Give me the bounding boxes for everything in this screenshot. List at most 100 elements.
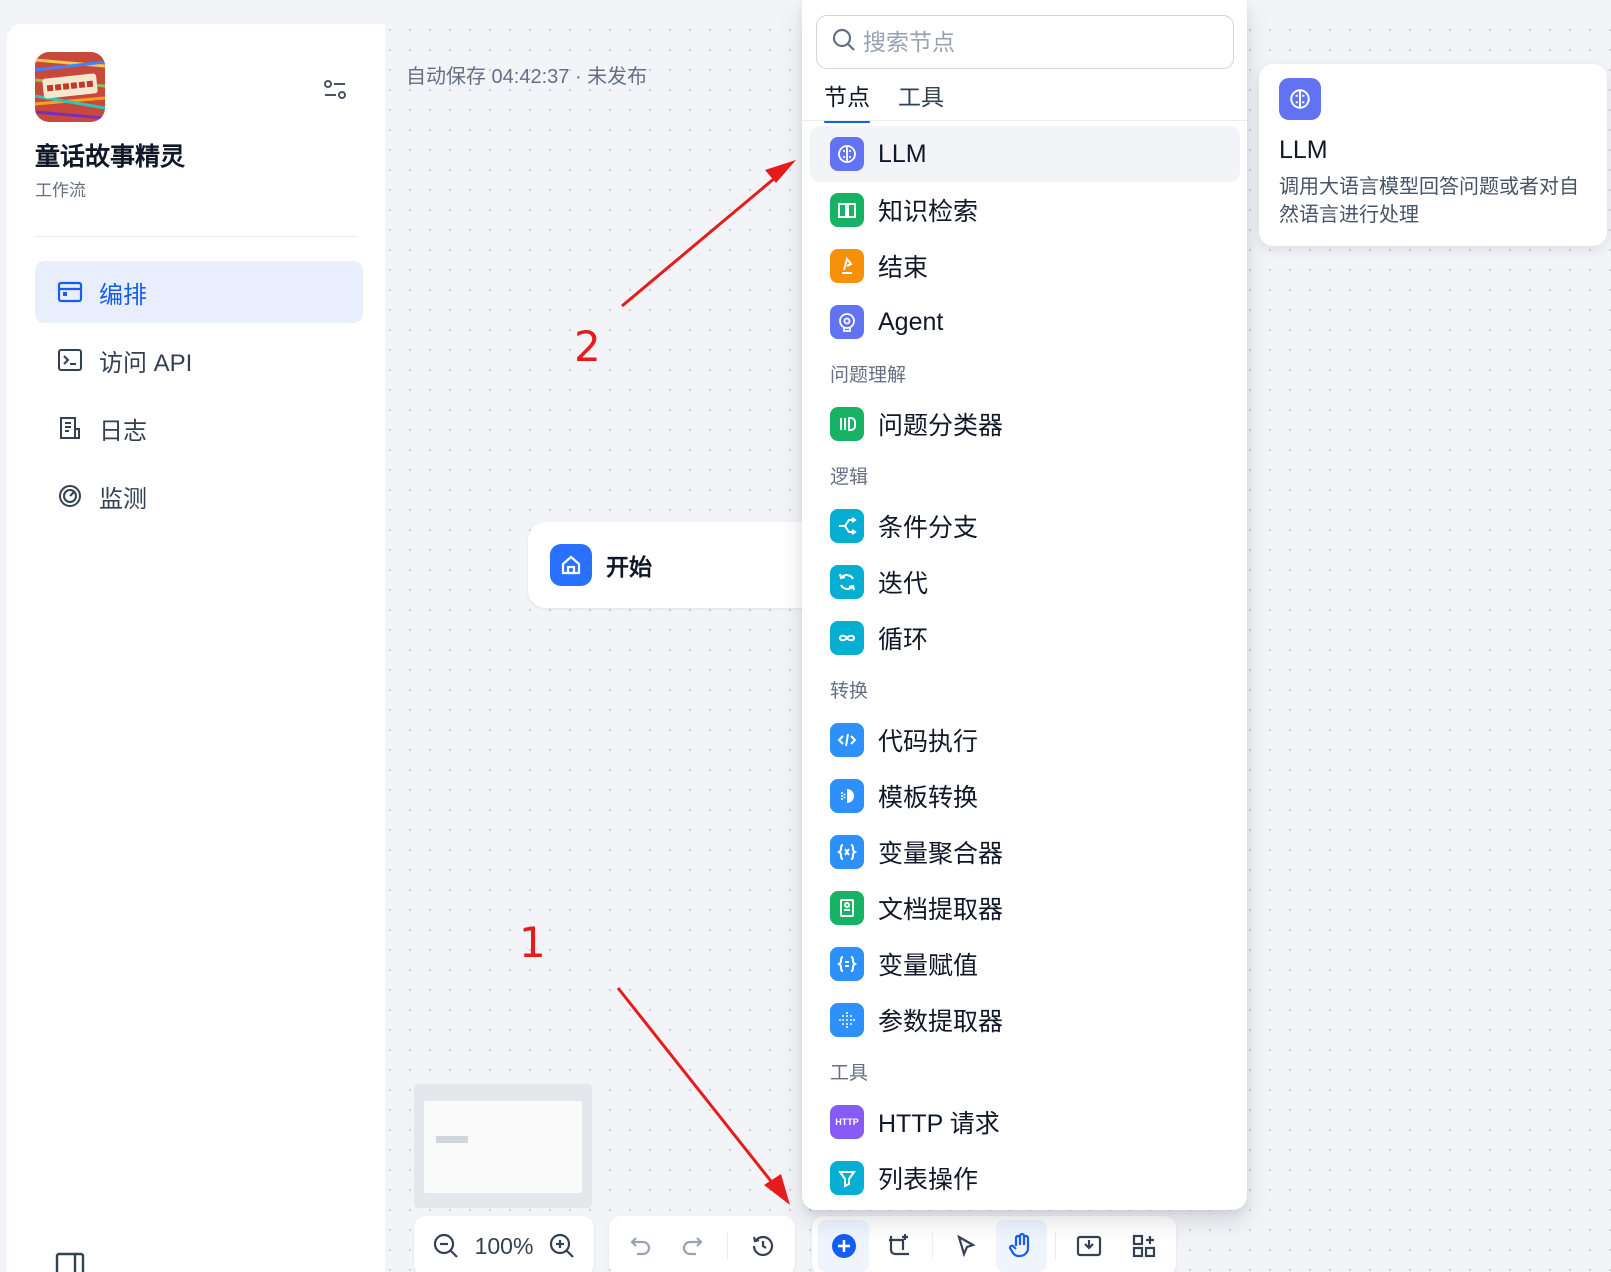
tooltip-description: 调用大语言模型回答问题或者对自然语言进行处理 — [1279, 176, 1579, 226]
iteration-icon — [830, 565, 864, 599]
http-icon: HTTP — [830, 1105, 864, 1139]
app-type: 工作流 — [35, 181, 86, 200]
template-icon — [830, 779, 864, 813]
minimap-viewport — [424, 1101, 582, 1193]
zoom-in-icon[interactable] — [542, 1226, 582, 1266]
app-sidebar: 童话故事精灵 工作流 编排 访问 API 日志 监测 — [7, 24, 385, 1272]
block-item-end[interactable]: 结束 — [810, 238, 1240, 294]
filter-icon — [830, 1161, 864, 1195]
annotation-number-1: 1 — [519, 918, 546, 967]
log-icon — [57, 415, 83, 441]
start-node[interactable]: 开始 — [528, 522, 828, 608]
block-item-label: 参数提取器 — [878, 1008, 1004, 1036]
nav-item-monitor[interactable]: 监测 — [35, 465, 363, 527]
block-item-label: 知识检索 — [878, 198, 979, 226]
block-item-label: HTTP 请求 — [878, 1110, 1000, 1138]
home-icon — [550, 544, 592, 586]
block-item-label: 代码执行 — [878, 728, 979, 756]
zoom-controls: 100% — [414, 1216, 594, 1272]
document-icon — [830, 891, 864, 925]
app-settings-icon[interactable] — [321, 76, 349, 104]
search-input[interactable] — [863, 28, 1223, 56]
nav-item-label: 日志 — [99, 417, 147, 445]
block-item-label: LLM — [878, 139, 927, 168]
classifier-icon — [830, 407, 864, 441]
zoom-out-icon[interactable] — [426, 1226, 466, 1266]
minimap-node — [436, 1136, 468, 1143]
block-item-code[interactable]: 代码执行 — [810, 712, 1240, 768]
block-item-llm[interactable]: LLM — [810, 126, 1240, 182]
variable-icon — [830, 835, 864, 869]
block-item-iteration[interactable]: 迭代 — [810, 554, 1240, 610]
zoom-level[interactable]: 100% — [475, 1233, 534, 1260]
collapse-sidebar-icon[interactable] — [55, 1252, 85, 1272]
nav-item-api[interactable]: 访问 API — [35, 329, 363, 391]
gauge-icon — [57, 483, 83, 509]
block-item-label: Agent — [878, 307, 944, 336]
minimap[interactable] — [414, 1084, 592, 1208]
block-item-list-operator[interactable]: 列表操作 — [810, 1150, 1240, 1206]
block-item-loop[interactable]: 循环 — [810, 610, 1240, 666]
pointer-icon[interactable] — [941, 1220, 992, 1272]
group-title-transform: 转换 — [830, 680, 869, 702]
block-item-label: 变量赋值 — [878, 952, 979, 980]
group-title-understanding: 问题理解 — [830, 364, 907, 386]
block-item-classifier[interactable]: 问题分类器 — [810, 396, 1240, 452]
block-item-agent[interactable]: Agent — [810, 294, 1240, 350]
block-item-param-extractor[interactable]: 参数提取器 — [810, 992, 1240, 1048]
block-item-if-else[interactable]: 条件分支 — [810, 498, 1240, 554]
code-icon — [830, 723, 864, 757]
divider — [727, 1233, 728, 1259]
terminal-icon — [57, 347, 83, 373]
assign-icon — [830, 947, 864, 981]
search-icon — [831, 27, 857, 58]
hand-icon[interactable] — [995, 1220, 1047, 1272]
infinity-icon — [830, 621, 864, 655]
block-list: LLM 知识检索 结束 Agent 问题理解 问题分类器 逻辑 条件分支 迭代 … — [810, 126, 1240, 1206]
nav-item-label: 监测 — [99, 485, 147, 513]
block-item-label: 问题分类器 — [878, 412, 1004, 440]
organize-blocks-icon[interactable] — [1119, 1220, 1170, 1272]
branch-icon — [830, 509, 864, 543]
tab-nodes[interactable]: 节点 — [824, 74, 870, 123]
block-item-http[interactable]: HTTP HTTP 请求 — [810, 1094, 1240, 1150]
divider — [802, 120, 1247, 121]
tab-tools[interactable]: 工具 — [898, 74, 944, 120]
add-note-icon[interactable] — [873, 1220, 924, 1272]
nav-item-label: 访问 API — [99, 349, 193, 377]
block-selector-dropdown: 节点 工具 LLM 知识检索 — [802, 0, 1247, 1210]
block-item-label: 模板转换 — [878, 784, 979, 812]
book-icon — [830, 193, 864, 227]
group-title-logic: 逻辑 — [830, 466, 869, 488]
block-item-var-aggregator[interactable]: 变量聚合器 — [810, 824, 1240, 880]
export-image-icon[interactable] — [1064, 1220, 1115, 1272]
divider — [932, 1233, 933, 1259]
autosave-status: 自动保存 04:42:37 · 未发布 — [406, 66, 648, 88]
block-item-knowledge[interactable]: 知识检索 — [810, 182, 1240, 238]
block-item-var-assign[interactable]: 变量赋值 — [810, 936, 1240, 992]
search-box[interactable] — [816, 15, 1234, 69]
flag-end-icon — [830, 249, 864, 283]
group-title-tools: 工具 — [830, 1062, 869, 1084]
nav-item-orchestrate[interactable]: 编排 — [35, 261, 363, 323]
layout-icon — [57, 279, 83, 305]
block-item-doc-extractor[interactable]: 文档提取器 — [810, 880, 1240, 936]
divider — [1054, 1233, 1056, 1259]
sidebar-divider — [35, 236, 357, 237]
annotation-number-2: 2 — [574, 322, 601, 371]
block-item-template[interactable]: 模板转换 — [810, 768, 1240, 824]
history-icon[interactable] — [743, 1226, 783, 1266]
block-item-label: 结束 — [878, 254, 929, 282]
add-node-button[interactable] — [818, 1220, 869, 1272]
block-item-label: 列表操作 — [878, 1166, 979, 1194]
block-item-label: 变量聚合器 — [878, 840, 1004, 868]
redo-icon[interactable] — [672, 1226, 712, 1266]
canvas-toolbar — [812, 1216, 1176, 1272]
nav-item-label: 编排 — [99, 281, 147, 309]
undo-icon[interactable] — [621, 1226, 661, 1266]
tooltip-title: LLM — [1279, 136, 1328, 164]
app-icon — [35, 52, 105, 122]
history-controls — [609, 1216, 795, 1272]
http-badge: HTTP — [835, 1117, 859, 1127]
nav-item-logs[interactable]: 日志 — [35, 397, 363, 459]
